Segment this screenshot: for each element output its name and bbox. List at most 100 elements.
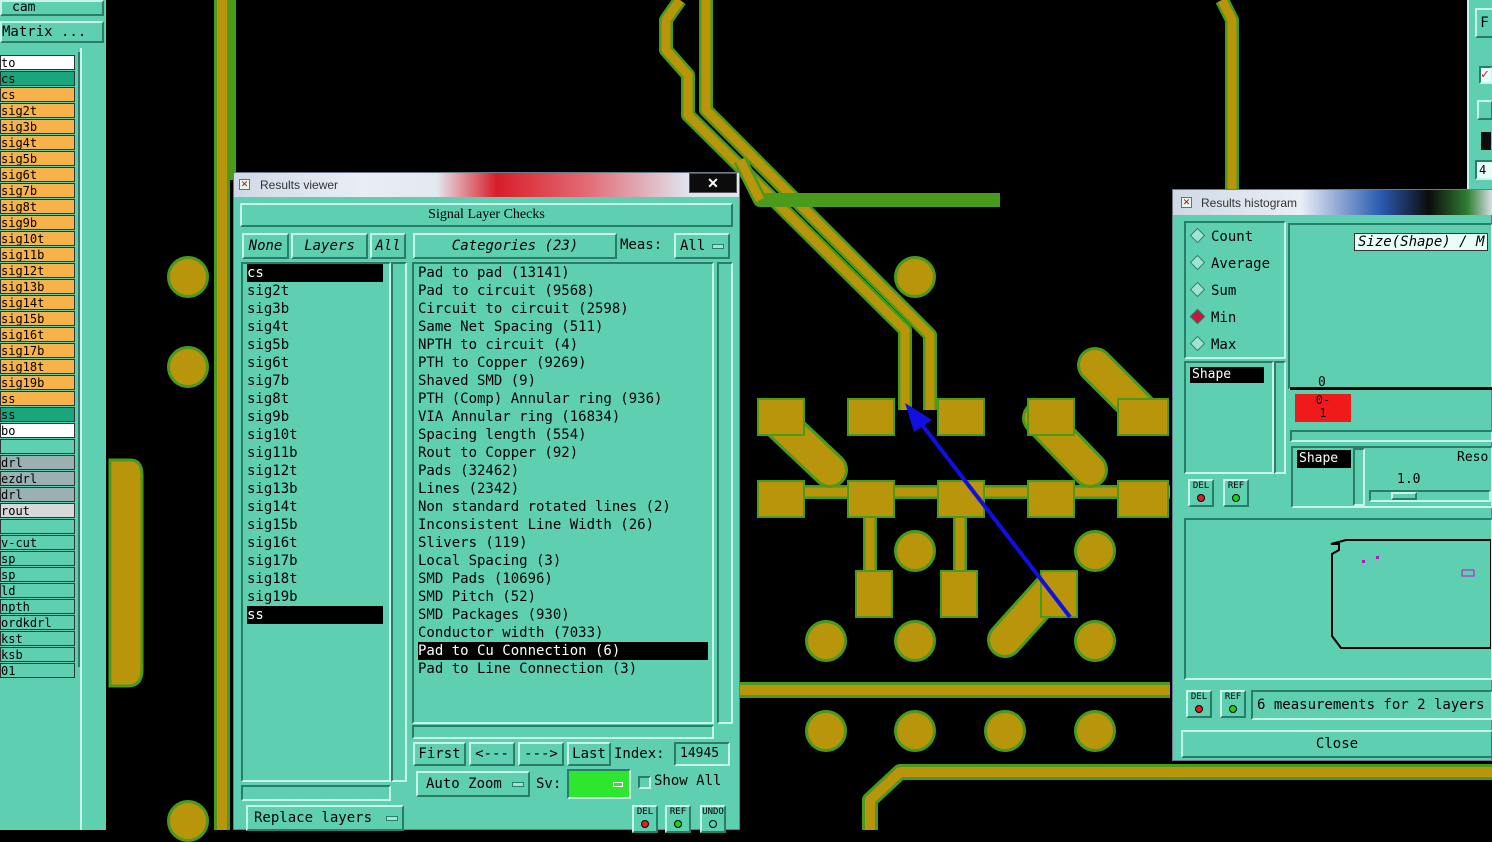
category-list-item[interactable]: PTH (Comp) Annular ring (936) [418, 390, 708, 408]
all-button[interactable]: All [370, 233, 406, 259]
layer-tab[interactable]: sig14t [0, 295, 75, 310]
layer-tab[interactable]: npth [0, 599, 75, 614]
radio-diamond-icon[interactable] [1189, 308, 1206, 325]
mode-option[interactable]: Min [1189, 308, 1236, 328]
layers-button[interactable]: Layers [291, 233, 368, 259]
layers-scrollbar[interactable] [391, 262, 407, 782]
category-list-item[interactable]: NPTH to circuit (4) [418, 336, 708, 354]
layer-tab[interactable]: v-cut [0, 535, 75, 550]
mode-option[interactable]: Count [1189, 227, 1253, 247]
next-button[interactable]: ---> [518, 742, 564, 766]
layer-list-item[interactable]: sig15b [247, 516, 383, 534]
layer-list-item[interactable]: sig8t [247, 390, 383, 408]
category-list-item[interactable]: Lines (2342) [418, 480, 708, 498]
del-button[interactable]: DEL [1188, 479, 1214, 507]
sv-color-dropdown[interactable] [567, 769, 631, 799]
layer-list-item[interactable]: sig11b [247, 444, 383, 462]
layer-list-item[interactable]: sig9b [247, 408, 383, 426]
index-field[interactable]: 14945 [674, 742, 730, 766]
category-list-item[interactable]: SMD Packages (930) [418, 606, 708, 624]
category-list-item[interactable]: Spacing length (554) [418, 426, 708, 444]
category-list-item[interactable]: Pad to pad (13141) [418, 264, 708, 282]
mode-option[interactable]: Max [1189, 335, 1236, 355]
ref-button[interactable]: REF [1220, 690, 1246, 718]
histogram-bar[interactable]: 0- 1 [1295, 394, 1351, 422]
categories-hscrollbar[interactable] [412, 725, 714, 739]
meas-dropdown[interactable]: All [674, 233, 730, 259]
category-list-item[interactable]: Pad to Line Connection (3) [418, 660, 708, 678]
layer-tab[interactable]: ss [0, 391, 75, 406]
histogram-titlebar[interactable]: ✕ Results histogram [1173, 190, 1492, 215]
slider-thumb[interactable] [1391, 492, 1417, 500]
layer-tab[interactable]: kst [0, 631, 75, 646]
results-viewer-titlebar[interactable]: ✕ Results viewer ✕ [234, 173, 739, 197]
shape-list[interactable]: Shape [1184, 361, 1274, 474]
layer-tab[interactable]: cs [0, 71, 75, 86]
category-list-item[interactable]: Shaved SMD (9) [418, 372, 708, 390]
mode-option[interactable]: Average [1189, 254, 1270, 274]
layer-list-item[interactable]: sig16t [247, 534, 383, 552]
layer-tab[interactable]: sp [0, 551, 75, 566]
replace-layers-dropdown[interactable]: Replace layers [246, 805, 404, 831]
layer-tab[interactable]: sig6t [0, 167, 75, 182]
top-button[interactable]: F [1475, 8, 1492, 38]
layer-tab[interactable] [0, 519, 75, 534]
layer-list-item[interactable]: sig14t [247, 498, 383, 516]
layer-tab[interactable]: sig4t [0, 135, 75, 150]
shape-field-scrollbar[interactable] [1353, 448, 1365, 506]
layer-tab[interactable]: 01 [0, 663, 75, 678]
layer-list-item[interactable]: sig17b [247, 552, 383, 570]
layer-tab[interactable]: sp [0, 567, 75, 582]
checkbox-icon[interactable]: ✓ [1479, 66, 1492, 84]
radio-diamond-icon[interactable] [1189, 227, 1206, 244]
show-all-checkbox[interactable] [638, 776, 651, 789]
ref-button[interactable]: REF [665, 805, 691, 833]
radio-diamond-icon[interactable] [1189, 335, 1206, 352]
layer-tab[interactable]: sig9b [0, 215, 75, 230]
category-list-item[interactable]: SMD Pitch (52) [418, 588, 708, 606]
categories-scrollbar[interactable] [717, 262, 733, 724]
layer-tab[interactable]: sig10t [0, 231, 75, 246]
layer-tab[interactable]: sig5b [0, 151, 75, 166]
layer-tab[interactable]: ksb [0, 647, 75, 662]
layer-tab[interactable]: sig11b [0, 247, 75, 262]
layer-tab[interactable]: ordkdrl [0, 615, 75, 630]
categories-list[interactable]: Pad to pad (13141) Pad to circuit (9568) C… [412, 262, 714, 724]
layer-tab[interactable]: rout [0, 503, 75, 518]
layer-list-item[interactable]: sig6t [247, 354, 383, 372]
category-list-item[interactable]: Conductor width (7033) [418, 624, 708, 642]
close-window-button[interactable]: ✕ [689, 173, 737, 193]
category-list-item[interactable]: Local Spacing (3) [418, 552, 708, 570]
layer-tab[interactable]: sig8t [0, 199, 75, 214]
layer-tab[interactable]: sig2t [0, 103, 75, 118]
layer-list-item[interactable]: sig12t [247, 462, 383, 480]
layer-tab[interactable]: ld [0, 583, 75, 598]
layer-list-item[interactable]: sig19b [247, 588, 383, 606]
layer-list-item[interactable]: sig7b [247, 372, 383, 390]
layer-tab[interactable]: sig18t [0, 359, 75, 374]
category-list-item[interactable]: Pad to Cu Connection (6) [418, 642, 708, 660]
del-button[interactable]: DEL [1186, 690, 1212, 718]
last-button[interactable]: Last [567, 742, 611, 766]
layer-tab[interactable]: sig15b [0, 311, 75, 326]
shape-field[interactable]: Shape [1297, 450, 1351, 468]
category-list-item[interactable]: Circuit to circuit (2598) [418, 300, 708, 318]
auto-zoom-dropdown[interactable]: Auto Zoom [416, 771, 530, 797]
layer-list-item[interactable]: sig10t [247, 426, 383, 444]
layer-tab[interactable]: sig3b [0, 119, 75, 134]
layer-tab[interactable]: bo [0, 423, 75, 438]
del-button[interactable]: DEL [632, 805, 658, 833]
radio-diamond-icon[interactable] [1189, 254, 1206, 271]
category-list-item[interactable]: VIA Annular ring (16834) [418, 408, 708, 426]
category-list-item[interactable]: Non standard rotated lines (2) [418, 498, 708, 516]
category-list-item[interactable]: Slivers (119) [418, 534, 708, 552]
layer-list-item[interactable]: sig4t [247, 318, 383, 336]
mode-option[interactable]: Sum [1189, 281, 1236, 301]
layer-tab[interactable]: ezdrl [0, 471, 75, 486]
layer-tab[interactable]: sig7b [0, 183, 75, 198]
histogram-hscrollbar[interactable] [1290, 430, 1492, 442]
layer-tab[interactable]: cs [0, 87, 75, 102]
category-list-item[interactable]: Rout to Copper (92) [418, 444, 708, 462]
layer-list-item[interactable]: sig3b [247, 300, 383, 318]
layer-panel-scrollbar[interactable] [80, 48, 106, 830]
